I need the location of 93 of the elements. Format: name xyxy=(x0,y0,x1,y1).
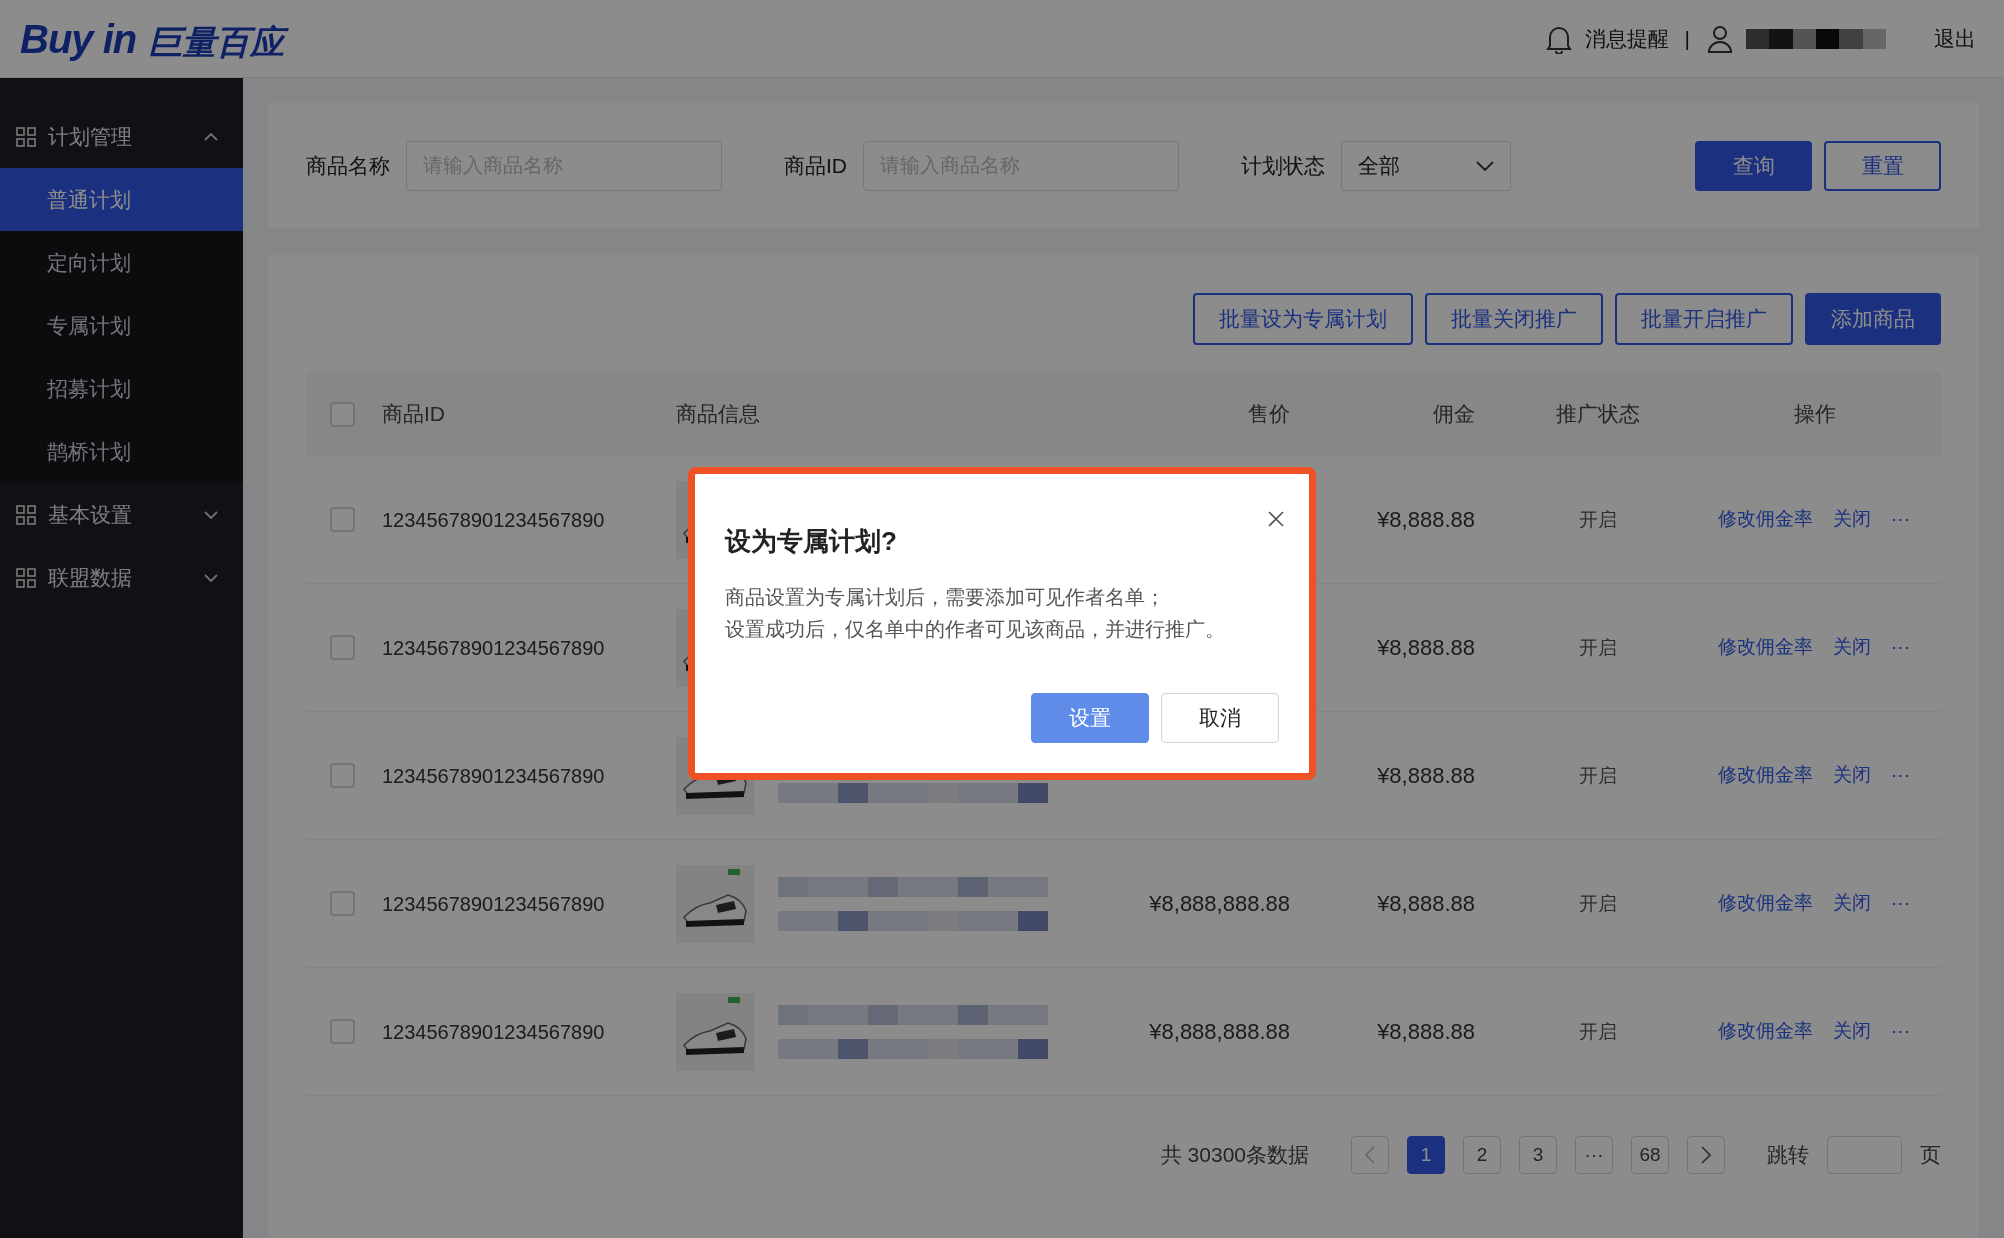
field-label: 计划状态 xyxy=(1241,152,1325,179)
table-cell: 12345678901234567890 xyxy=(382,508,605,531)
modal-message: 商品设置为专属计划后，需要添加可见作者名单； xyxy=(725,585,1166,610)
column-header: 佣金 xyxy=(1433,402,1475,426)
action-link[interactable]: ··· xyxy=(1891,761,1910,790)
action-link[interactable]: 修改佣金率 xyxy=(1718,889,1813,918)
sidebar-group[interactable]: 计划管理 xyxy=(0,105,243,168)
chevron-icon xyxy=(203,572,219,583)
table-cell: ¥8,888.88 xyxy=(1377,763,1475,788)
sidebar-item[interactable]: 专属计划 xyxy=(0,294,243,357)
page-button[interactable]: 3 xyxy=(1519,1136,1557,1174)
chevron-right-icon xyxy=(1701,1146,1711,1164)
grid-icon xyxy=(16,126,36,147)
logout-link[interactable]: 退出 xyxy=(1934,22,1976,55)
page-button[interactable]: 68 xyxy=(1631,1136,1669,1174)
action-link[interactable]: ··· xyxy=(1891,889,1910,918)
close-icon xyxy=(1268,511,1284,527)
checkbox[interactable] xyxy=(330,763,355,788)
status-text: 开启 xyxy=(1578,1021,1617,1043)
logo-text: Buy in xyxy=(20,18,137,59)
chevron-down-icon xyxy=(1476,160,1494,171)
toolbar-button[interactable]: 添加商品 xyxy=(1805,293,1941,345)
action-link[interactable]: ··· xyxy=(1891,1017,1910,1046)
action-link[interactable]: 修改佣金率 xyxy=(1718,1017,1813,1046)
cancel-button[interactable]: 取消 xyxy=(1161,693,1279,743)
action-link[interactable]: 关闭 xyxy=(1833,889,1871,918)
page-suffix: 页 xyxy=(1920,1142,1941,1169)
action-link[interactable]: 关闭 xyxy=(1833,761,1871,790)
page-input[interactable] xyxy=(1827,1136,1902,1174)
toolbar-button[interactable]: 批量开启推广 xyxy=(1615,293,1793,345)
table-cell: 12345678901234567890 xyxy=(382,636,605,659)
chevron-icon xyxy=(203,509,219,520)
sidebar-item[interactable]: 普通计划 xyxy=(0,168,243,231)
table-cell: ¥8,888.88 xyxy=(1377,635,1475,660)
checkbox[interactable] xyxy=(330,401,355,427)
chevron-icon xyxy=(203,131,219,142)
status-text: 开启 xyxy=(1578,637,1617,659)
column-header: 售价 xyxy=(1248,402,1290,426)
table-cell: ¥8,888.88 xyxy=(1377,891,1475,916)
status-text: 开启 xyxy=(1578,893,1617,915)
action-link[interactable]: 关闭 xyxy=(1833,1017,1871,1046)
sidebar-item[interactable]: 招募计划 xyxy=(0,357,243,420)
table-cell: ¥8,888,888.88 xyxy=(1149,891,1290,916)
action-link[interactable]: 关闭 xyxy=(1833,633,1871,662)
status-text: 开启 xyxy=(1578,509,1617,531)
next-page-button[interactable] xyxy=(1687,1136,1725,1174)
page-button[interactable]: 1 xyxy=(1407,1136,1445,1174)
action-link[interactable]: 修改佣金率 xyxy=(1718,505,1813,534)
sidebar-group[interactable]: 联盟数据 xyxy=(0,546,243,609)
action-link[interactable]: ··· xyxy=(1891,633,1910,662)
column-header: 商品信息 xyxy=(676,402,760,426)
checkbox[interactable] xyxy=(330,891,355,916)
table-cell: ¥8,888,888.88 xyxy=(1149,1019,1290,1044)
table-cell: ¥8,888.88 xyxy=(1377,1019,1475,1044)
toolbar-button[interactable]: 批量设为专属计划 xyxy=(1193,293,1413,345)
modal-title: 设为专属计划? xyxy=(725,525,898,558)
status-select[interactable]: 全部 xyxy=(1341,140,1511,191)
page-button[interactable]: 2 xyxy=(1463,1136,1501,1174)
column-header: 推广状态 xyxy=(1555,402,1640,426)
field-label: 商品ID xyxy=(784,152,847,179)
column-header: 商品ID xyxy=(382,402,445,426)
checkbox[interactable] xyxy=(330,1019,355,1044)
action-link[interactable]: 修改佣金率 xyxy=(1718,633,1813,662)
field-label: 商品名称 xyxy=(306,152,390,179)
table-cell: 12345678901234567890 xyxy=(382,1020,605,1043)
prev-page-button[interactable] xyxy=(1351,1136,1389,1174)
total-text: 共 30300条数据 xyxy=(1160,1142,1309,1169)
action-link[interactable]: 关闭 xyxy=(1833,505,1871,534)
table-cell: ¥8,888.88 xyxy=(1377,507,1475,532)
sidebar-item[interactable]: 鹊桥计划 xyxy=(0,420,243,483)
user-icon xyxy=(1706,23,1734,54)
modal-message: 设置成功后，仅名单中的作者可见该商品，并进行推广。 xyxy=(725,617,1226,642)
action-link[interactable]: 修改佣金率 xyxy=(1718,761,1813,790)
chevron-left-icon xyxy=(1365,1146,1375,1164)
reset-button[interactable]: 重置 xyxy=(1824,140,1941,191)
table-cell: 12345678901234567890 xyxy=(382,764,605,787)
notice-link[interactable]: 消息提醒 xyxy=(1584,22,1669,55)
table-cell: 12345678901234567890 xyxy=(382,892,605,915)
grid-icon xyxy=(16,504,36,525)
grid-icon xyxy=(16,567,36,588)
confirm-button[interactable]: 设置 xyxy=(1031,693,1149,743)
sidebar-group[interactable]: 基本设置 xyxy=(0,483,243,546)
action-link[interactable]: ··· xyxy=(1891,505,1910,534)
checkbox[interactable] xyxy=(330,507,355,532)
column-header: 操作 xyxy=(1794,402,1836,426)
jump-label: 跳转 xyxy=(1767,1142,1809,1169)
checkbox[interactable] xyxy=(330,635,355,660)
page-button[interactable]: ··· xyxy=(1575,1136,1613,1174)
sidebar-item[interactable]: 定向计划 xyxy=(0,231,243,294)
toolbar-button[interactable]: 批量关闭推广 xyxy=(1425,293,1603,345)
status-text: 开启 xyxy=(1578,765,1617,787)
search-button[interactable]: 查询 xyxy=(1695,140,1812,191)
separator-text: | xyxy=(1684,25,1690,52)
